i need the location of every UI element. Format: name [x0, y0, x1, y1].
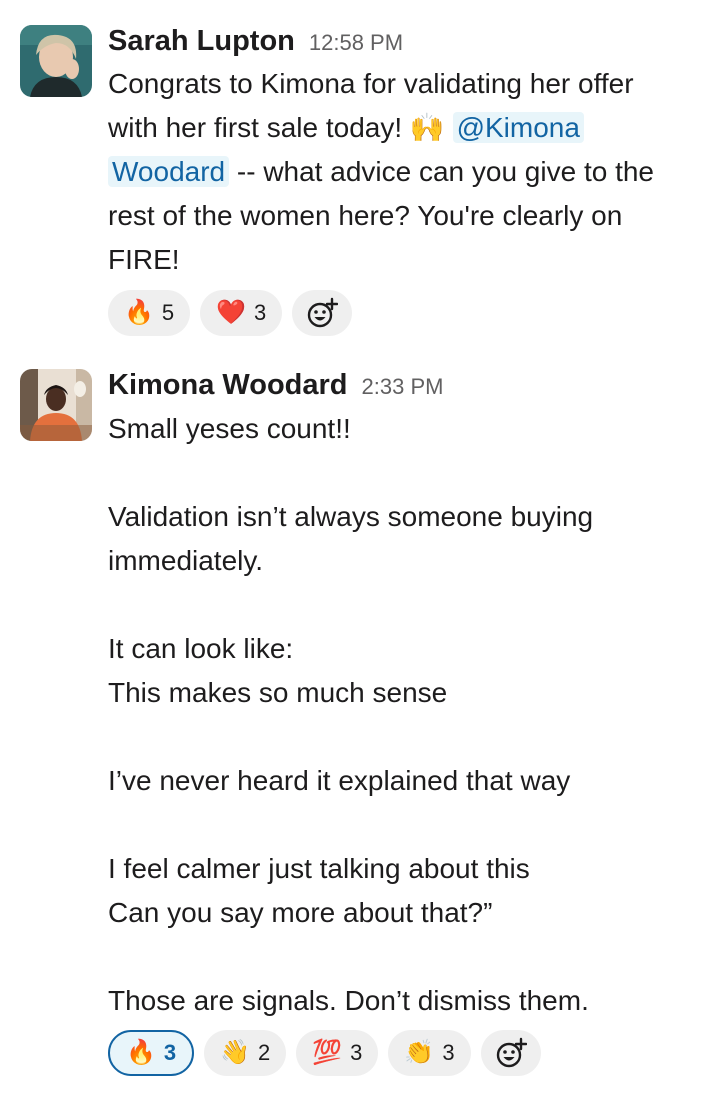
- reaction-fire[interactable]: 🔥 3: [108, 1030, 195, 1076]
- avatar-kimona[interactable]: [20, 369, 92, 441]
- timestamp[interactable]: 2:33 PM: [362, 374, 444, 399]
- reaction-heart[interactable]: ❤️ 3: [200, 290, 283, 336]
- reaction-bar: 🔥 5 ❤️ 3: [108, 290, 353, 336]
- reaction-bar: 🔥 3 👋 2 💯 3 👏 3: [108, 1030, 541, 1076]
- reaction-count: 2: [258, 1040, 271, 1065]
- avatar-sarah[interactable]: [20, 25, 92, 97]
- message-line: Small yeses count!!: [108, 413, 351, 444]
- user-mention[interactable]: Woodard: [108, 156, 230, 187]
- message-line: [108, 935, 698, 979]
- message-line: [108, 451, 698, 495]
- message-line: It can look like:: [108, 633, 294, 664]
- message-line: Woodard -- what advice can you give to t…: [108, 150, 698, 194]
- author-name[interactable]: Sarah Lupton 12:58 PM: [108, 24, 403, 60]
- message-line: with her first sale today! 🙌 @Kimona: [108, 106, 698, 150]
- reaction-100[interactable]: 💯 3: [296, 1030, 379, 1076]
- reaction-count: 3: [350, 1040, 363, 1065]
- add-reaction-button[interactable]: [292, 290, 353, 336]
- message-line: This makes so much sense: [108, 677, 448, 708]
- add-reaction-icon: [496, 1037, 527, 1068]
- add-reaction-icon: [308, 297, 339, 328]
- waving-hand-emoji-icon: 👋: [220, 1039, 251, 1066]
- message-body: Congrats to Kimona for validating her of…: [108, 62, 698, 282]
- reaction-count: 3: [163, 1040, 177, 1065]
- message-line: [108, 803, 698, 847]
- add-reaction-button[interactable]: [480, 1030, 541, 1076]
- message-line: Validation isn’t always someone buying: [108, 501, 594, 532]
- reaction-clap[interactable]: 👏 3: [388, 1030, 471, 1076]
- message-line: Congrats to Kimona for validating her of…: [108, 68, 634, 99]
- message-line: rest of the women here? You're clearly o…: [108, 200, 623, 231]
- message-line: I feel calmer just talking about this: [108, 853, 530, 884]
- clapping-hands-emoji-icon: 👏: [404, 1039, 435, 1066]
- message-line: [108, 715, 698, 759]
- heart-emoji-icon: ❤️: [216, 299, 247, 326]
- fire-emoji-icon: 🔥: [124, 299, 154, 326]
- message-line: Those are signals. Don’t dismiss them.: [108, 985, 589, 1016]
- message-line: FIRE!: [108, 244, 180, 275]
- message-line: I’ve never heard it explained that way: [108, 765, 571, 796]
- message-body: Small yeses count!! Validation isn’t alw…: [108, 407, 698, 1023]
- message-line: immediately.: [108, 545, 264, 576]
- reaction-fire[interactable]: 🔥 5: [108, 290, 191, 336]
- hundred-points-emoji-icon: 💯: [312, 1039, 343, 1066]
- author-name[interactable]: Kimona Woodard 2:33 PM: [108, 368, 443, 404]
- message-line: Can you say more about that?”: [108, 897, 493, 928]
- reaction-count: 3: [254, 300, 267, 325]
- reaction-count: 5: [161, 300, 175, 325]
- reaction-count: 3: [442, 1040, 455, 1065]
- message-line: [108, 583, 698, 627]
- raised-hands-emoji-icon: 🙌: [409, 112, 445, 143]
- timestamp[interactable]: 12:58 PM: [309, 30, 403, 55]
- reaction-wave[interactable]: 👋 2: [204, 1030, 287, 1076]
- user-mention[interactable]: @Kimona: [452, 112, 584, 143]
- fire-emoji-icon: 🔥: [126, 1039, 156, 1066]
